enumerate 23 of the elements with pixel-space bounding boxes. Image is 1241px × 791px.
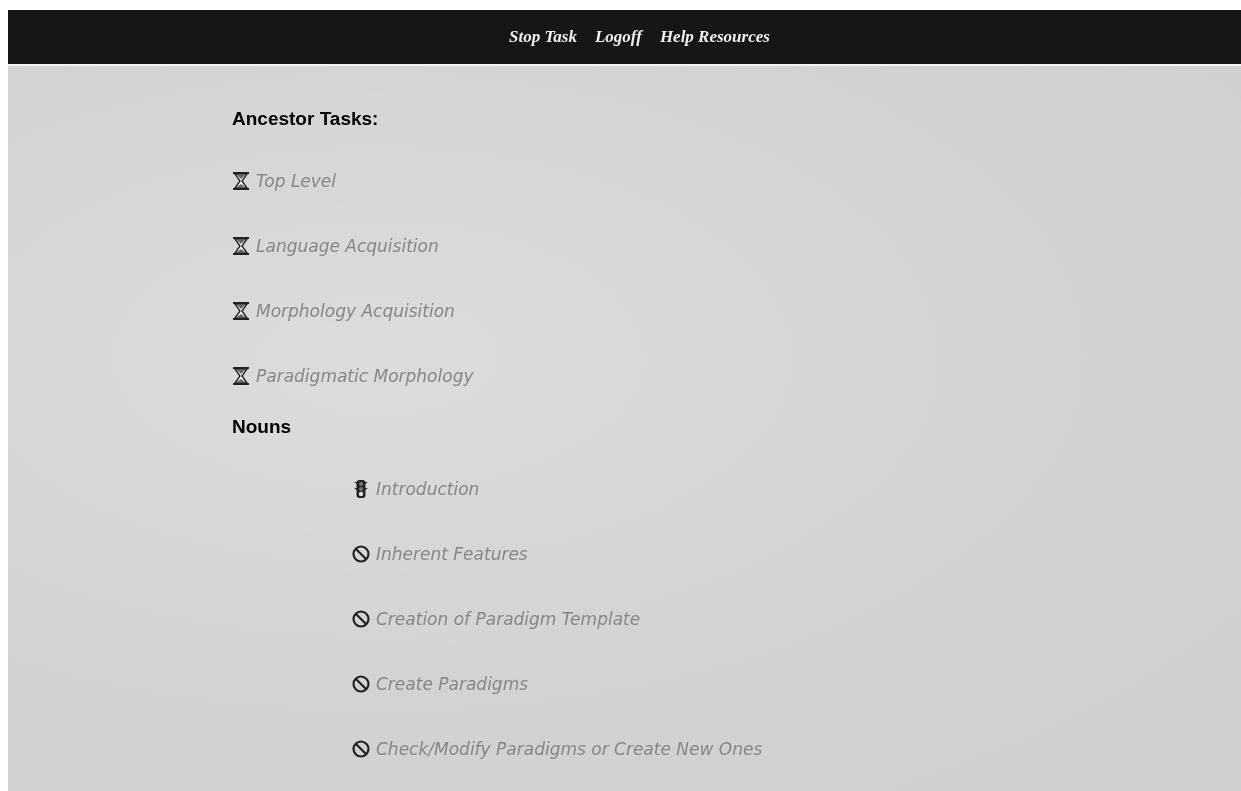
hourglass-icon xyxy=(232,365,250,386)
prohibited-icon xyxy=(352,673,370,694)
task-link[interactable]: Introduction xyxy=(376,478,480,499)
nav-link[interactable]: Stop Task xyxy=(509,27,577,47)
task-link[interactable]: Top Level xyxy=(256,170,337,191)
traffic-light-icon xyxy=(352,478,370,499)
section-heading: Nouns xyxy=(232,416,293,439)
nav-link[interactable]: Logoff xyxy=(594,27,642,47)
nav-link[interactable]: Help Resources xyxy=(659,27,770,47)
prohibited-icon xyxy=(352,608,370,629)
prohibited-icon xyxy=(352,543,370,564)
task-link[interactable]: Morphology Acquisition xyxy=(256,300,455,321)
prohibited-icon xyxy=(352,738,370,759)
hourglass-icon xyxy=(232,300,250,321)
hourglass-icon xyxy=(232,235,250,256)
task-link[interactable]: Creation of Paradigm Template xyxy=(376,608,641,629)
task-link[interactable]: Paradigmatic Morphology xyxy=(256,365,474,386)
task-link[interactable]: Create Paradigms xyxy=(376,673,529,694)
task-link[interactable]: Language Acquisition xyxy=(256,235,439,256)
task-link[interactable]: Check/Modify Paradigms or Create New Ones xyxy=(376,738,763,759)
hourglass-icon xyxy=(232,170,250,191)
section-heading: Ancestor Tasks: xyxy=(232,108,380,131)
task-link[interactable]: Inherent Features xyxy=(376,543,528,564)
